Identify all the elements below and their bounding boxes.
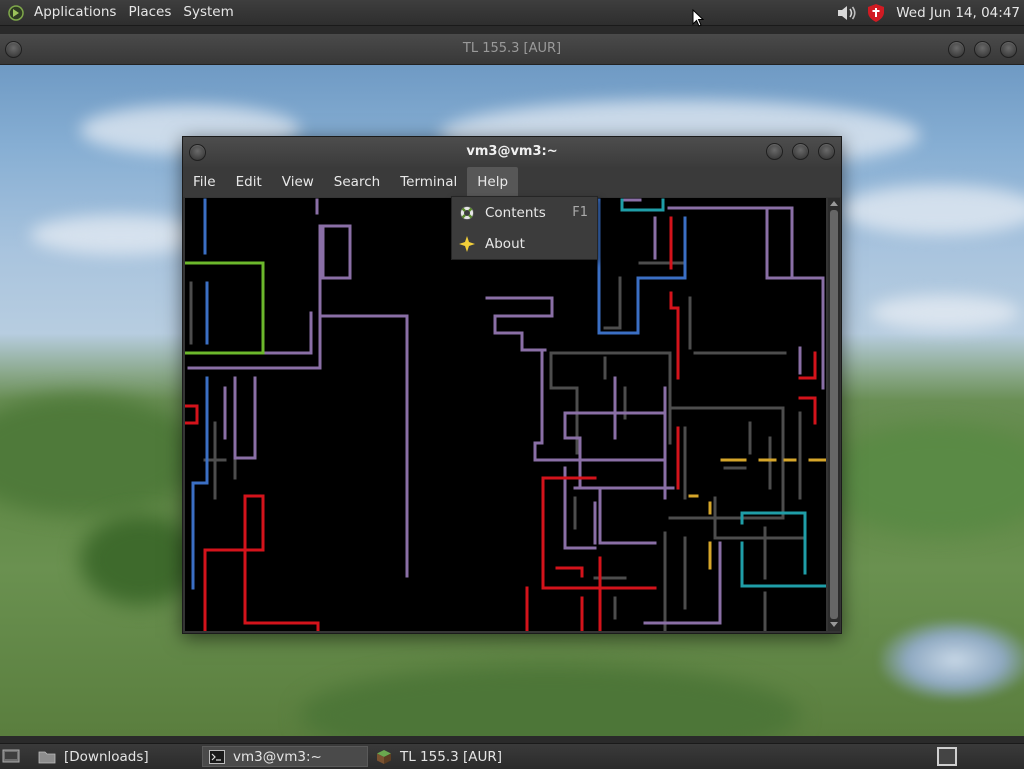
taskbar-item-tl[interactable]: TL 155.3 [AUR] — [370, 746, 570, 767]
terrain — [300, 665, 800, 736]
pipe — [485, 296, 554, 352]
taskbar-item-label: TL 155.3 [AUR] — [400, 748, 503, 765]
water — [880, 620, 1024, 700]
top-panel: Applications Places System Wed Jun 14, 0… — [0, 0, 1024, 27]
terrain — [830, 425, 1024, 535]
cloud — [870, 295, 1020, 330]
pipe — [603, 276, 622, 330]
background-window-titlebar[interactable]: TL 155.3 [AUR] — [0, 34, 1024, 65]
pipe — [185, 261, 265, 355]
pipe — [798, 351, 817, 380]
panel-menubar: Applications Places System — [0, 0, 240, 25]
menu-item-about[interactable]: About — [452, 228, 597, 259]
menu-edit[interactable]: Edit — [226, 167, 272, 197]
terminal-screen[interactable] — [185, 198, 826, 631]
terminal-title: vm3@vm3:~ — [466, 144, 558, 159]
terminal-icon — [209, 749, 225, 764]
pipe — [233, 494, 265, 552]
terminal-scrollbar[interactable] — [828, 198, 840, 631]
pipe — [185, 404, 199, 425]
maximize-button[interactable] — [974, 41, 991, 58]
pipe — [321, 224, 352, 280]
pipe — [667, 206, 794, 280]
menu-item-contents[interactable]: Contents F1 — [452, 197, 597, 228]
pipe — [187, 224, 322, 370]
panel-menu-places[interactable]: Places — [122, 0, 177, 25]
bottom-taskbar: [Downloads] vm3@vm3:~ TL 155.3 [AUR] — [0, 743, 1024, 769]
mouse-cursor-icon — [692, 9, 704, 27]
menu-file[interactable]: File — [183, 167, 226, 197]
pipe — [740, 511, 807, 575]
terminal-titlebar[interactable]: vm3@vm3:~ — [183, 137, 841, 167]
menu-view[interactable]: View — [272, 167, 324, 197]
pipe — [798, 396, 817, 425]
pipe — [668, 406, 785, 520]
pipe — [549, 351, 672, 445]
menu-item-label: Contents — [485, 204, 546, 221]
scroll-down-icon[interactable] — [830, 622, 838, 627]
about-star-icon — [459, 235, 475, 252]
pipe — [533, 351, 667, 545]
pipe — [791, 276, 825, 390]
background-window-title: TL 155.3 [AUR] — [462, 41, 562, 56]
menu-item-accelerator: F1 — [572, 205, 588, 220]
close-button[interactable] — [1000, 41, 1017, 58]
taskbar-item-terminal[interactable]: vm3@vm3:~ — [202, 746, 368, 767]
minecraft-block-icon — [377, 749, 391, 764]
cloud — [840, 185, 1024, 235]
system-tray: Wed Jun 14, 04:47 — [832, 0, 1024, 25]
taskbar-item-label: vm3@vm3:~ — [233, 748, 322, 765]
pipe — [243, 494, 320, 631]
pipe — [740, 541, 826, 588]
panel-menu-applications[interactable]: Applications — [28, 0, 122, 25]
pipe — [555, 566, 584, 578]
scroll-up-icon[interactable] — [830, 201, 838, 206]
menu-item-label: About — [485, 235, 525, 252]
volume-icon[interactable] — [836, 3, 858, 23]
close-button[interactable] — [818, 143, 835, 160]
help-dropdown-menu: Contents F1 About — [451, 196, 598, 260]
folder-icon — [38, 751, 56, 763]
workspace-switcher[interactable] — [937, 747, 957, 766]
terminal-menubar: File Edit View Search Terminal Help — [183, 167, 841, 197]
taskbar-item-label: [Downloads] — [64, 748, 149, 765]
pipe — [233, 376, 257, 460]
terrain — [0, 395, 200, 515]
menu-help[interactable]: Help — [467, 167, 519, 197]
taskbar-item-downloads[interactable]: [Downloads] — [32, 746, 198, 767]
pipes-animation — [185, 198, 826, 631]
show-desktop-icon[interactable] — [2, 747, 20, 765]
panel-menu-system[interactable]: System — [177, 0, 239, 25]
security-shield-icon[interactable] — [866, 3, 886, 23]
minimize-button[interactable] — [948, 41, 965, 58]
menu-search[interactable]: Search — [324, 167, 390, 197]
pipe — [263, 311, 313, 355]
scrollbar-thumb[interactable] — [830, 210, 838, 619]
minimize-button[interactable] — [766, 143, 783, 160]
pipe — [669, 291, 680, 380]
pipe — [319, 314, 409, 578]
applications-logo-icon[interactable] — [8, 4, 24, 21]
panel-clock[interactable]: Wed Jun 14, 04:47 — [890, 5, 1024, 21]
pipe — [203, 548, 237, 631]
maximize-button[interactable] — [792, 143, 809, 160]
menu-terminal[interactable]: Terminal — [390, 167, 467, 197]
help-lifebuoy-icon — [460, 205, 474, 220]
